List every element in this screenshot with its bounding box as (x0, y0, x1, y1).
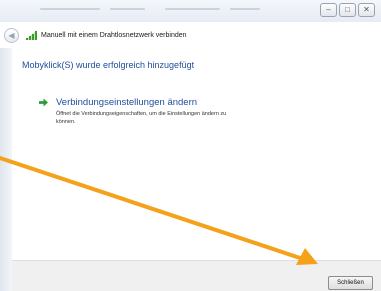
dialog-window: – □ ✕ ◀ Manuell mit einem Drahtlosnetzwe… (0, 0, 381, 291)
annotation-arrow-icon (0, 156, 318, 265)
